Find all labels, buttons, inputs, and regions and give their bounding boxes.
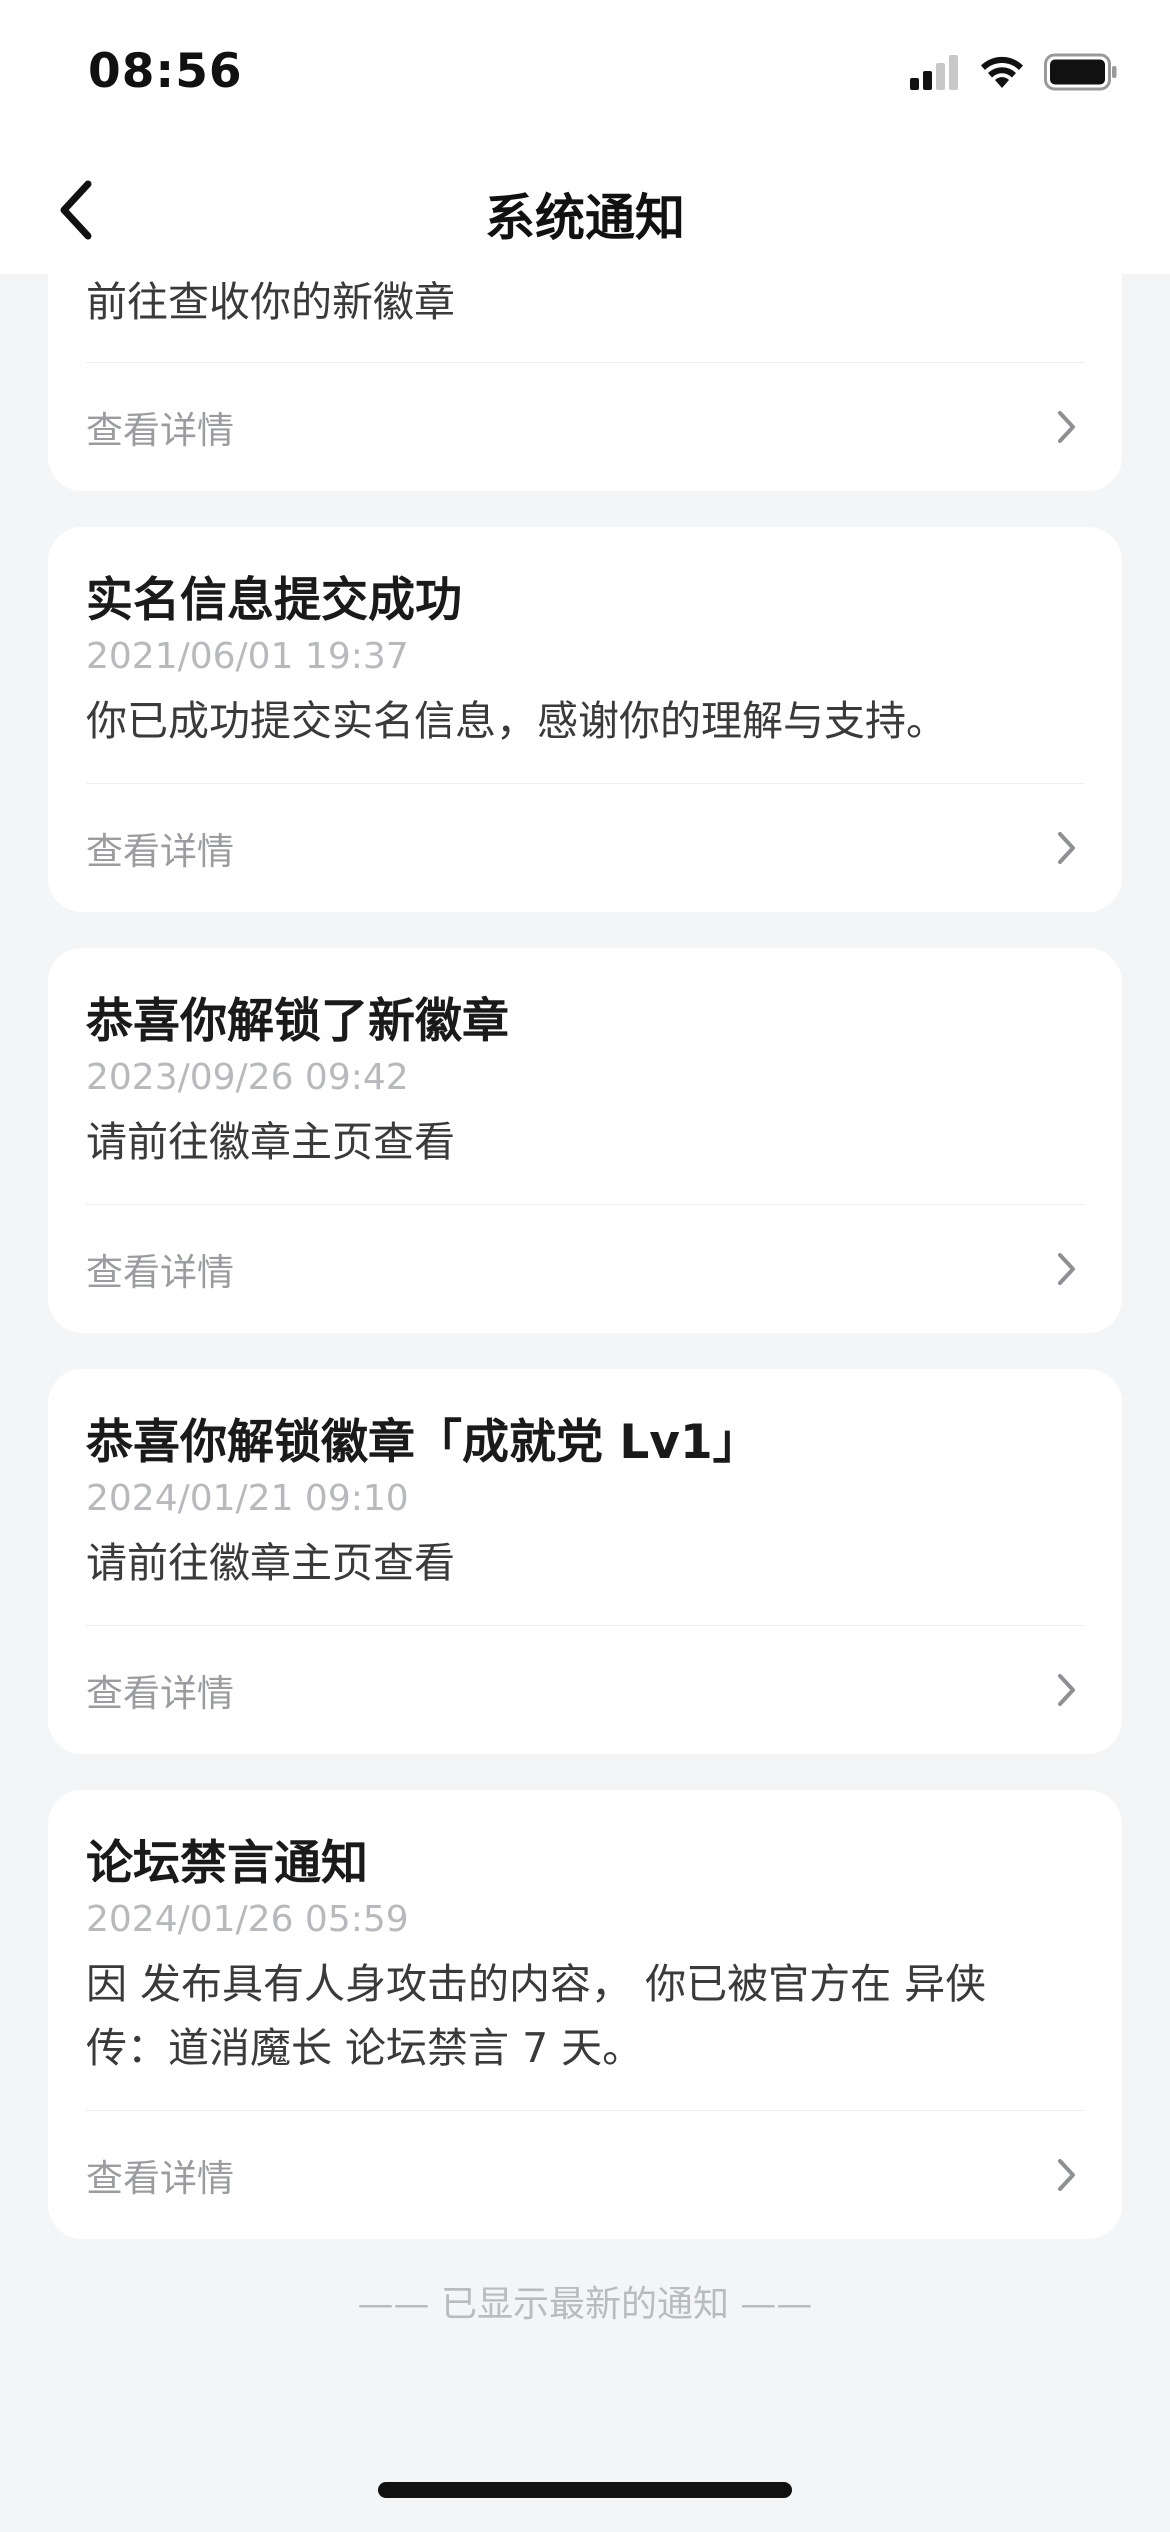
wifi-icon (978, 54, 1026, 94)
notification-card: 论坛禁言通知 2024/01/26 05:59 因 发布具有人身攻击的内容， 你… (48, 1790, 1122, 2239)
chevron-right-icon (1052, 828, 1082, 868)
chevron-right-icon (1052, 1670, 1082, 1710)
notification-list: 前往查收你的新徽章 查看详情 实名信息提交成功 2021/06/01 19:37… (48, 274, 1122, 2327)
notification-date: 2021/06/01 19:37 (86, 636, 409, 677)
cellular-signal-icon (910, 54, 960, 94)
chevron-right-icon (1052, 1249, 1082, 1289)
home-indicator[interactable] (378, 2482, 792, 2498)
notification-title: 论坛禁言通知 (86, 1836, 368, 1891)
notification-card: 恭喜你解锁徽章「成就党 Lv1」 2024/01/21 09:10 请前往徽章主… (48, 1369, 1122, 1754)
notification-title: 实名信息提交成功 (86, 573, 462, 628)
notification-date: 2023/09/26 09:42 (86, 1057, 409, 1098)
view-details-button[interactable]: 查看详情 (86, 1205, 1084, 1333)
nav-bar: 系统通知 (0, 150, 1170, 274)
chevron-right-icon (1052, 2155, 1082, 2195)
view-details-label: 查看详情 (86, 409, 234, 452)
chevron-right-icon (1052, 407, 1082, 447)
notification-body: 请前往徽章主页查看 (86, 1118, 455, 1166)
notification-title: 恭喜你解锁了新徽章 (86, 994, 509, 1049)
page-title: 系统通知 (485, 189, 685, 247)
notification-body: 前往查收你的新徽章 (86, 278, 455, 326)
notification-title: 恭喜你解锁徽章「成就党 Lv1」 (86, 1415, 760, 1470)
notification-body: 因 发布具有人身攻击的内容， 你已被官方在 异侠 传：道消魔长 论坛禁言 7 天… (86, 1952, 1084, 2110)
view-details-button[interactable]: 查看详情 (86, 784, 1084, 912)
notification-card: 前往查收你的新徽章 查看详情 (48, 274, 1122, 491)
status-time: 08:56 (88, 44, 243, 99)
view-details-button[interactable]: 查看详情 (86, 363, 1084, 491)
view-details-label: 查看详情 (86, 830, 234, 873)
notification-card: 恭喜你解锁了新徽章 2023/09/26 09:42 请前往徽章主页查看 查看详… (48, 948, 1122, 1333)
view-details-label: 查看详情 (86, 1251, 234, 1294)
status-icons (910, 52, 1118, 96)
notification-date: 2024/01/21 09:10 (86, 1478, 409, 1519)
view-details-label: 查看详情 (86, 1672, 234, 1715)
view-details-label: 查看详情 (86, 2157, 234, 2200)
battery-icon (1044, 53, 1118, 95)
notification-body-line: 因 发布具有人身攻击的内容， 你已被官方在 异侠 (86, 1960, 987, 2008)
view-details-button[interactable]: 查看详情 (86, 2111, 1084, 2239)
view-details-button[interactable]: 查看详情 (86, 1626, 1084, 1754)
end-of-list-note: —— 已显示最新的通知 —— (357, 2284, 813, 2325)
notification-body: 你已成功提交实名信息，感谢你的理解与支持。 (86, 697, 947, 745)
notification-body-line: 传：道消魔长 论坛禁言 7 天。 (86, 2024, 644, 2072)
notification-date: 2024/01/26 05:59 (86, 1899, 409, 1940)
notification-card: 实名信息提交成功 2021/06/01 19:37 你已成功提交实名信息，感谢你… (48, 527, 1122, 912)
status-bar: 08:56 (0, 0, 1170, 150)
notification-body: 请前往徽章主页查看 (86, 1539, 455, 1587)
